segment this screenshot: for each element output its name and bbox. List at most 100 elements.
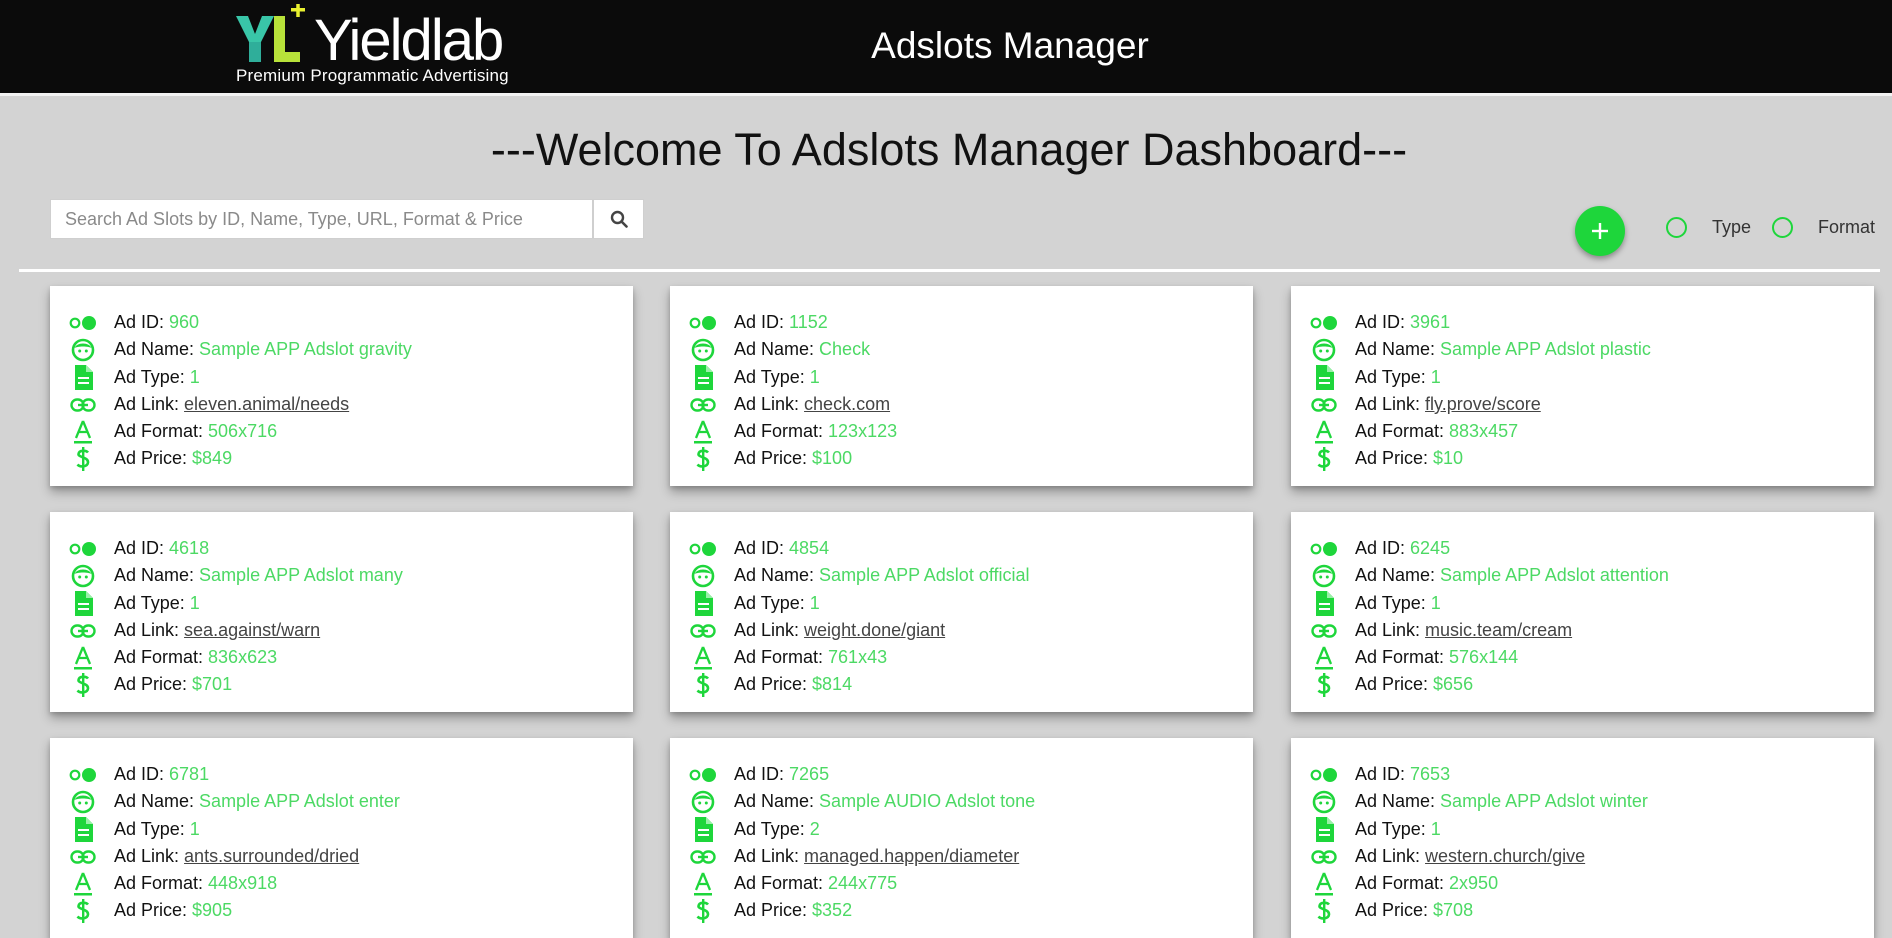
- adslot-name-row: Ad Name: Check: [689, 336, 870, 363]
- adslot-price-row: Ad Price: $701: [69, 671, 232, 698]
- adslot-price-value: $708: [1433, 900, 1474, 920]
- adslot-price-row: Ad Price: $849: [69, 445, 232, 472]
- adslot-link-row: Ad Link: managed.happen/diameter: [689, 843, 1019, 870]
- link-icon: [1310, 391, 1338, 418]
- document-icon: [69, 364, 97, 391]
- link-icon: [689, 391, 717, 418]
- adslot-id-value: 3961: [1410, 312, 1451, 332]
- adslot-link-label: Ad Link:: [1355, 620, 1421, 640]
- face-icon: [69, 788, 97, 815]
- adslot-link-label: Ad Link:: [1355, 846, 1421, 866]
- adslot-id-value: 4618: [169, 538, 210, 558]
- adslot-type-row: Ad Type: 1: [69, 590, 200, 617]
- adslot-type-label: Ad Type:: [114, 819, 185, 839]
- adslot-price-label: Ad Price:: [114, 448, 188, 468]
- adslot-id-value: 960: [169, 312, 200, 332]
- link-icon: [689, 617, 717, 644]
- adslot-price-row: Ad Price: $100: [689, 445, 852, 472]
- adslot-format-row: Ad Format: 506x716: [69, 418, 277, 445]
- adslot-format-row: Ad Format: 2x950: [1310, 870, 1498, 897]
- adslot-id-row: Ad ID: 960: [69, 309, 199, 336]
- toggle-icon: [689, 535, 717, 562]
- adslot-link-label: Ad Link:: [1355, 394, 1421, 414]
- adslot-price-value: $10: [1433, 448, 1464, 468]
- font-format-icon: [1310, 418, 1338, 445]
- adslot-price-value: $701: [192, 674, 233, 694]
- adslot-card[interactable]: Ad ID: 960 Ad Name: Sample APP Adslot gravi…: [50, 286, 633, 486]
- adslot-format-label: Ad Format:: [114, 873, 204, 893]
- document-icon: [69, 590, 97, 617]
- adslot-link-row: Ad Link: music.team/cream: [1310, 617, 1572, 644]
- adslot-id-label: Ad ID:: [114, 538, 165, 558]
- adslot-id-row: Ad ID: 6781: [69, 761, 209, 788]
- adslot-price-value: $352: [812, 900, 853, 920]
- face-icon: [69, 336, 97, 363]
- adslot-type-value: 1: [189, 819, 200, 839]
- adslot-price-label: Ad Price:: [114, 900, 188, 920]
- adslot-format-row: Ad Format: 123x123: [689, 418, 897, 445]
- adslot-format-label: Ad Format:: [734, 421, 824, 441]
- dollar-icon: [1310, 671, 1338, 698]
- adslot-type-value: 1: [189, 593, 200, 613]
- adslot-id-label: Ad ID:: [1355, 538, 1406, 558]
- adslot-id-label: Ad ID:: [734, 538, 785, 558]
- document-icon: [689, 816, 717, 843]
- adslot-card[interactable]: Ad ID: 3961 Ad Name: Sample APP Adslot plas…: [1291, 286, 1874, 486]
- adslot-link-value[interactable]: music.team/cream: [1425, 620, 1572, 641]
- adslot-link-label: Ad Link:: [734, 620, 800, 640]
- adslot-format-label: Ad Format:: [734, 873, 824, 893]
- font-format-icon: [689, 870, 717, 897]
- adslot-card[interactable]: Ad ID: 4854 Ad Name: Sample APP Adslot offi…: [670, 512, 1253, 712]
- adslot-id-label: Ad ID:: [1355, 764, 1406, 784]
- adslot-link-row: Ad Link: eleven.animal/needs: [69, 391, 349, 418]
- face-icon: [1310, 336, 1338, 363]
- adslot-name-row: Ad Name: Sample APP Adslot plastic: [1310, 336, 1651, 363]
- document-icon: [1310, 816, 1338, 843]
- dollar-icon: [69, 445, 97, 472]
- document-icon: [689, 590, 717, 617]
- adslot-format-row: Ad Format: 836x623: [69, 644, 277, 671]
- adslot-link-value[interactable]: managed.happen/diameter: [804, 846, 1019, 867]
- adslot-type-label: Ad Type:: [734, 819, 805, 839]
- toggle-icon: [69, 761, 97, 788]
- adslot-price-row: Ad Price: $905: [69, 897, 232, 924]
- adslot-link-value[interactable]: ants.surrounded/dried: [184, 846, 359, 867]
- font-format-icon: [689, 418, 717, 445]
- adslot-type-row: Ad Type: 1: [1310, 364, 1441, 391]
- adslot-card[interactable]: Ad ID: 6781 Ad Name: Sample APP Adslot ente…: [50, 738, 633, 938]
- adslot-link-value[interactable]: western.church/give: [1425, 846, 1585, 867]
- adslot-price-row: Ad Price: $352: [689, 897, 852, 924]
- adslot-format-value: 761x43: [828, 647, 888, 667]
- adslot-card[interactable]: Ad ID: 7265 Ad Name: Sample AUDIO Adslot to…: [670, 738, 1253, 938]
- adslot-price-value: $814: [812, 674, 853, 694]
- adslot-card[interactable]: Ad ID: 7653 Ad Name: Sample APP Adslot wint…: [1291, 738, 1874, 938]
- adslot-link-value[interactable]: check.com: [804, 394, 890, 415]
- adslot-link-value[interactable]: fly.prove/score: [1425, 394, 1541, 415]
- adslot-link-row: Ad Link: check.com: [689, 391, 890, 418]
- adslot-price-label: Ad Price:: [1355, 674, 1429, 694]
- adslot-link-label: Ad Link:: [734, 846, 800, 866]
- adslot-type-value: 1: [809, 367, 820, 387]
- adslot-link-value[interactable]: sea.against/warn: [184, 620, 320, 641]
- adslot-format-label: Ad Format:: [734, 647, 824, 667]
- adslot-id-value: 7653: [1410, 764, 1451, 784]
- adslot-format-row: Ad Format: 761x43: [689, 644, 887, 671]
- link-icon: [1310, 843, 1338, 870]
- toggle-icon: [689, 309, 717, 336]
- adslot-price-row: Ad Price: $10: [1310, 445, 1463, 472]
- adslot-type-label: Ad Type:: [1355, 819, 1426, 839]
- font-format-icon: [69, 644, 97, 671]
- adslot-name-label: Ad Name:: [114, 791, 195, 811]
- adslot-card[interactable]: Ad ID: 6245 Ad Name: Sample APP Adslot atte…: [1291, 512, 1874, 712]
- adslot-type-value: 2: [809, 819, 820, 839]
- adslot-name-value: Check: [819, 339, 871, 359]
- adslot-type-value: 1: [1430, 819, 1441, 839]
- adslot-link-value[interactable]: weight.done/giant: [804, 620, 945, 641]
- adslot-format-label: Ad Format:: [114, 421, 204, 441]
- adslot-format-label: Ad Format:: [1355, 873, 1445, 893]
- adslot-card[interactable]: Ad ID: 1152 Ad Name: Check Ad Type: 1 Ad Link:…: [670, 286, 1253, 486]
- document-icon: [1310, 364, 1338, 391]
- adslot-type-row: Ad Type: 1: [1310, 816, 1441, 843]
- adslot-card[interactable]: Ad ID: 4618 Ad Name: Sample APP Adslot many…: [50, 512, 633, 712]
- adslot-link-value[interactable]: eleven.animal/needs: [184, 394, 349, 415]
